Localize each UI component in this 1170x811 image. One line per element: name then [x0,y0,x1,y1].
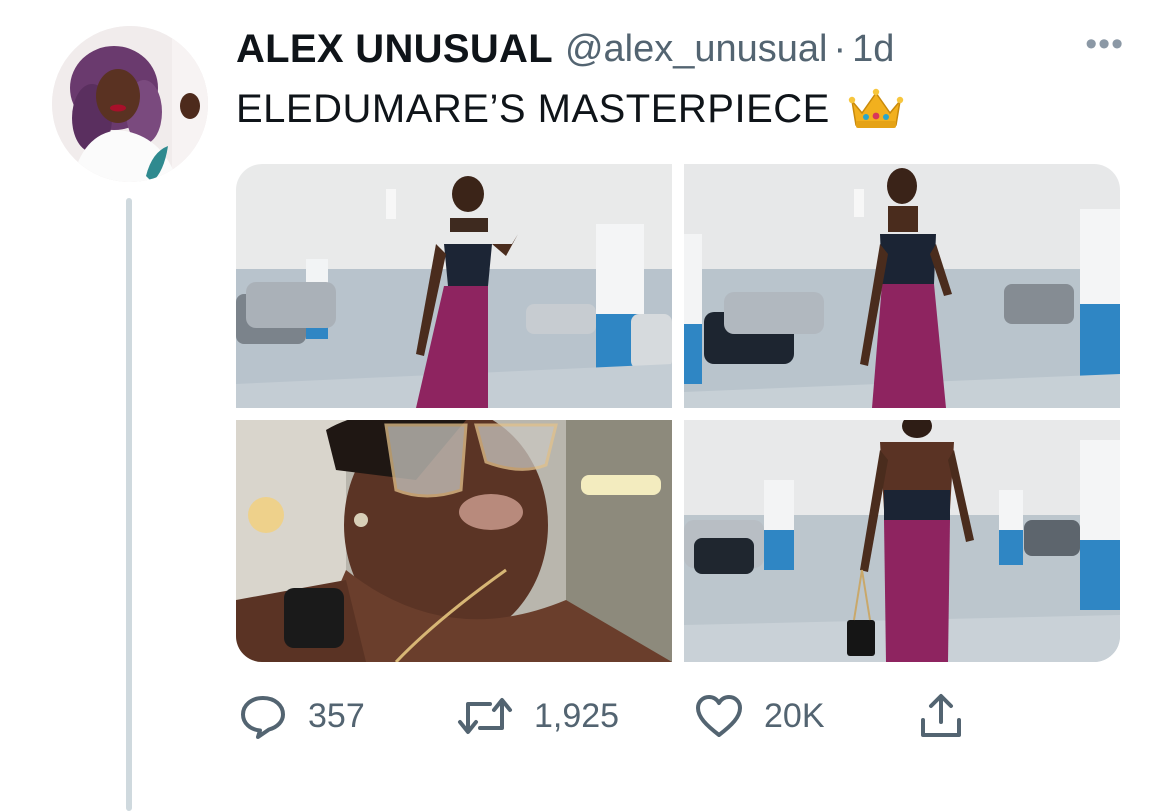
share-button[interactable] [918,690,964,742]
author-handle[interactable]: @alex_unusual [565,28,828,71]
heart-icon [694,693,744,739]
header-separator: · [833,27,847,70]
tweet-timestamp[interactable]: 1d [852,28,894,71]
avatar[interactable] [52,26,208,182]
tweet-text: ELEDUMARE’S MASTERPIECE [236,84,904,134]
author-display-name[interactable]: ALEX UNUSUAL [236,27,553,72]
like-button[interactable]: 20K [694,690,825,742]
tweet-header: ALEX UNUSUAL @alex_unusual · 1d ••• [236,24,1130,74]
more-options-icon[interactable]: ••• [1085,24,1124,64]
share-icon [918,692,964,740]
thread-connector-line [126,198,132,811]
retweet-count: 1,925 [534,696,620,735]
media-photo-2[interactable] [684,164,1120,408]
media-photo-4[interactable] [684,420,1120,662]
tweet-action-bar: 357 1,925 20K [236,690,996,742]
reply-button[interactable]: 357 [238,690,365,742]
retweet-icon [456,694,514,738]
media-photo-3[interactable] [236,420,672,662]
retweet-button[interactable]: 1,925 [456,690,619,742]
media-photo-1[interactable] [236,164,672,408]
reply-icon [238,692,288,740]
tweet-body: ELEDUMARE’S MASTERPIECE [236,86,830,131]
media-grid [236,164,1120,662]
crown-emoji-icon [848,87,904,131]
reply-count: 357 [308,696,365,735]
like-count: 20K [764,696,825,735]
